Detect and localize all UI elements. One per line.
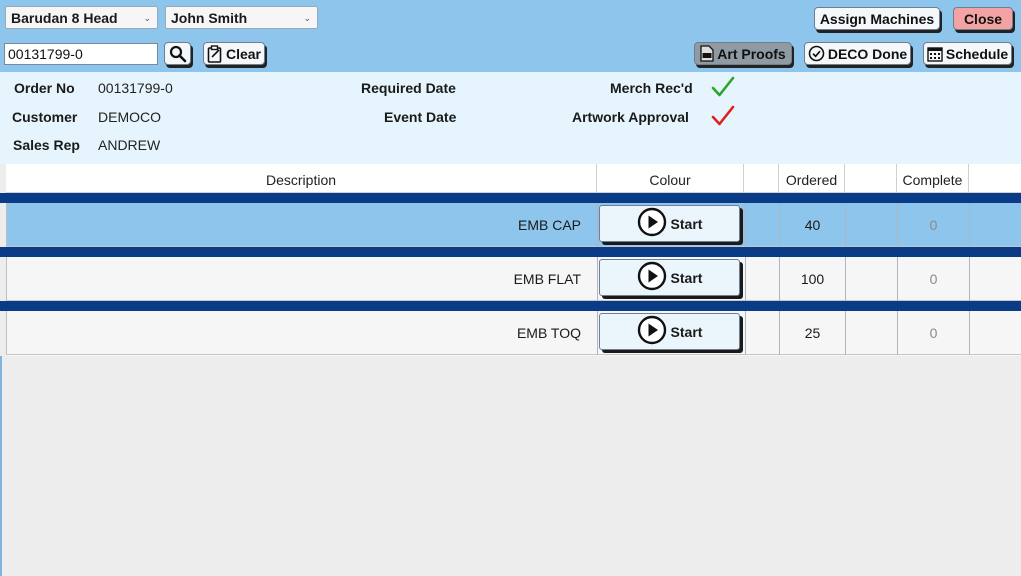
artwork-approval-check-icon [711,105,735,130]
table-row[interactable]: EMB FLAT Start 100 0 [6,257,1021,301]
row-description: EMB CAP [7,203,598,247]
row-complete: 0 [898,257,970,301]
row-complete: 0 [898,203,970,247]
row-separator [0,193,1021,203]
sales-rep-value: ANDREW [98,137,161,153]
row-ordered: 100 [780,257,846,301]
start-label: Start [670,215,703,232]
order-no-label: Order No [14,80,75,96]
event-date-label: Event Date [384,109,457,125]
customer-label: Customer [12,109,78,125]
user-select[interactable]: John Smith ⌄ [165,6,318,29]
row-description: EMB TOQ [7,311,598,355]
play-circle-icon [637,261,667,294]
header-ordered[interactable]: Ordered [779,164,845,193]
grid-header: Description Colour Ordered Complete [6,164,1021,193]
order-no-value: 00131799-0 [98,80,173,96]
header-colour[interactable]: Colour [597,164,744,193]
assign-machines-button[interactable]: Assign Machines [814,7,940,30]
play-circle-icon [637,315,667,348]
search-button[interactable] [164,42,191,65]
header-complete[interactable]: Complete [897,164,969,193]
toolbar: Barudan 8 Head ⌄ John Smith ⌄ Assign Mac… [0,0,1021,72]
machine-select[interactable]: Barudan 8 Head ⌄ [5,6,158,29]
row-blank-2 [846,311,898,355]
artwork-approval-label: Artwork Approval [572,109,689,125]
start-button[interactable]: Start [599,313,740,350]
header-blank-1 [744,164,779,193]
order-info-panel: Order No 00131799-0 Customer DEMOCO Sale… [0,72,1021,164]
schedule-button[interactable]: Schedule [923,42,1012,65]
start-button[interactable]: Start [599,259,740,296]
row-blank-1 [745,311,780,355]
schedule-label: Schedule [945,45,1009,62]
pdf-file-icon [700,45,714,62]
row-blank-3 [970,257,1021,301]
close-button[interactable]: Close [953,7,1013,30]
header-blank-3 [969,164,1021,193]
order-lines-grid: Description Colour Ordered Complete EMB … [0,164,1021,356]
user-select-value: John Smith [171,10,248,26]
start-button[interactable]: Start [599,205,740,242]
close-label: Close [963,10,1003,27]
calendar-icon [927,46,943,62]
deco-done-button[interactable]: DECO Done [804,42,911,65]
start-label: Start [670,323,703,340]
order-search-input[interactable] [4,43,158,65]
sales-rep-label: Sales Rep [13,137,80,153]
deco-done-label: DECO Done [827,45,908,62]
row-separator [0,247,1021,257]
magnifier-icon [169,45,187,63]
row-ordered: 25 [780,311,846,355]
chevron-down-icon: ⌄ [143,13,151,23]
header-description[interactable]: Description [6,164,597,193]
clipboard-icon [207,44,223,63]
table-row[interactable]: EMB TOQ Start 25 0 [6,311,1021,355]
row-blank-2 [846,203,898,247]
row-blank-3 [970,311,1021,355]
row-description: EMB FLAT [7,257,598,301]
window-edge [0,356,2,576]
row-blank-2 [846,257,898,301]
row-ordered: 40 [780,203,846,247]
table-row[interactable]: EMB CAP Start 40 0 [6,203,1021,247]
customer-value: DEMOCO [98,109,161,125]
machine-select-value: Barudan 8 Head [11,10,118,26]
merch-recd-label: Merch Rec'd [610,80,693,96]
row-blank-3 [970,203,1021,247]
chevron-down-icon: ⌄ [303,13,311,23]
required-date-label: Required Date [361,80,456,96]
art-proofs-button[interactable]: Art Proofs [694,42,792,65]
clear-button[interactable]: Clear [203,42,265,65]
row-separator [0,301,1021,311]
play-circle-icon [637,207,667,240]
merch-recd-check-icon [711,76,735,101]
clear-label: Clear [225,45,262,62]
row-blank-1 [745,257,780,301]
row-blank-1 [745,203,780,247]
check-circle-icon [808,45,825,62]
row-complete: 0 [898,311,970,355]
start-label: Start [670,269,703,286]
art-proofs-label: Art Proofs [717,45,786,62]
assign-machines-label: Assign Machines [819,10,935,27]
header-blank-2 [845,164,897,193]
